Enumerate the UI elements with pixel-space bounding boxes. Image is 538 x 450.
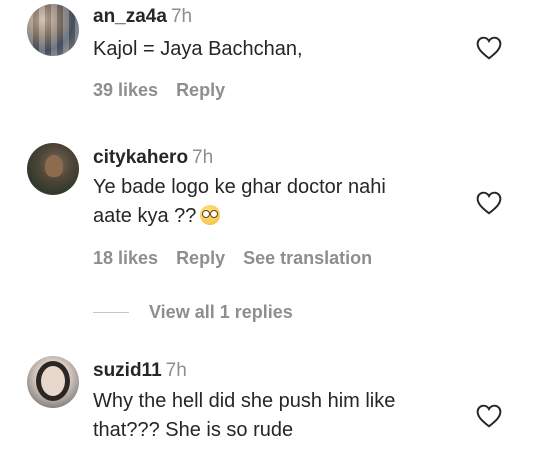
heart-icon[interactable] [476, 191, 502, 215]
avatar[interactable] [27, 4, 79, 56]
avatar[interactable] [27, 143, 79, 195]
comment-line: Kajol = Jaya Bachchan, [93, 38, 303, 60]
comment-line: that??? She is so rude [93, 419, 294, 441]
avatar[interactable] [27, 356, 79, 408]
comment-time: 7h [192, 147, 214, 168]
comment-time: 7h [165, 360, 187, 381]
see-translation-button[interactable]: See translation [243, 248, 372, 268]
comment-username[interactable]: citykahero 7h [93, 147, 213, 169]
comment-text: Ye bade logo ke ghar doctor nahi aate ky… [93, 173, 386, 231]
comment-time: 7h [170, 6, 193, 27]
comment-text: Why the hell did she push him like that?… [93, 387, 395, 445]
flushed-face-emoji [200, 205, 221, 225]
reply-button[interactable]: Reply [176, 248, 225, 268]
username-text[interactable]: an_za4a [93, 6, 167, 27]
comment-line: Why the hell did she push him like [93, 390, 396, 412]
username-text[interactable]: suzid11 [93, 360, 162, 381]
comment-line: aate kya ?? [93, 205, 197, 227]
likes-count[interactable]: 39 likes [93, 80, 158, 100]
comment-username[interactable]: an_za4a 7h [93, 6, 192, 28]
reply-button[interactable]: Reply [176, 80, 225, 100]
comment-meta: 39 likes Reply [93, 80, 243, 101]
username-text[interactable]: citykahero [93, 147, 188, 168]
comment-line: Ye bade logo ke ghar doctor nahi [93, 176, 386, 198]
replies-divider [93, 312, 129, 313]
view-replies-button[interactable]: View all 1 replies [149, 302, 293, 323]
comment-username[interactable]: suzid11 7h [93, 360, 187, 382]
comment-text: Kajol = Jaya Bachchan, [93, 35, 303, 64]
comment-meta: 18 likes Reply See translation [93, 248, 390, 269]
heart-icon[interactable] [476, 36, 502, 60]
comment-line-2: aate kya ?? [93, 202, 386, 231]
likes-count[interactable]: 18 likes [93, 248, 158, 268]
heart-icon[interactable] [476, 404, 502, 428]
